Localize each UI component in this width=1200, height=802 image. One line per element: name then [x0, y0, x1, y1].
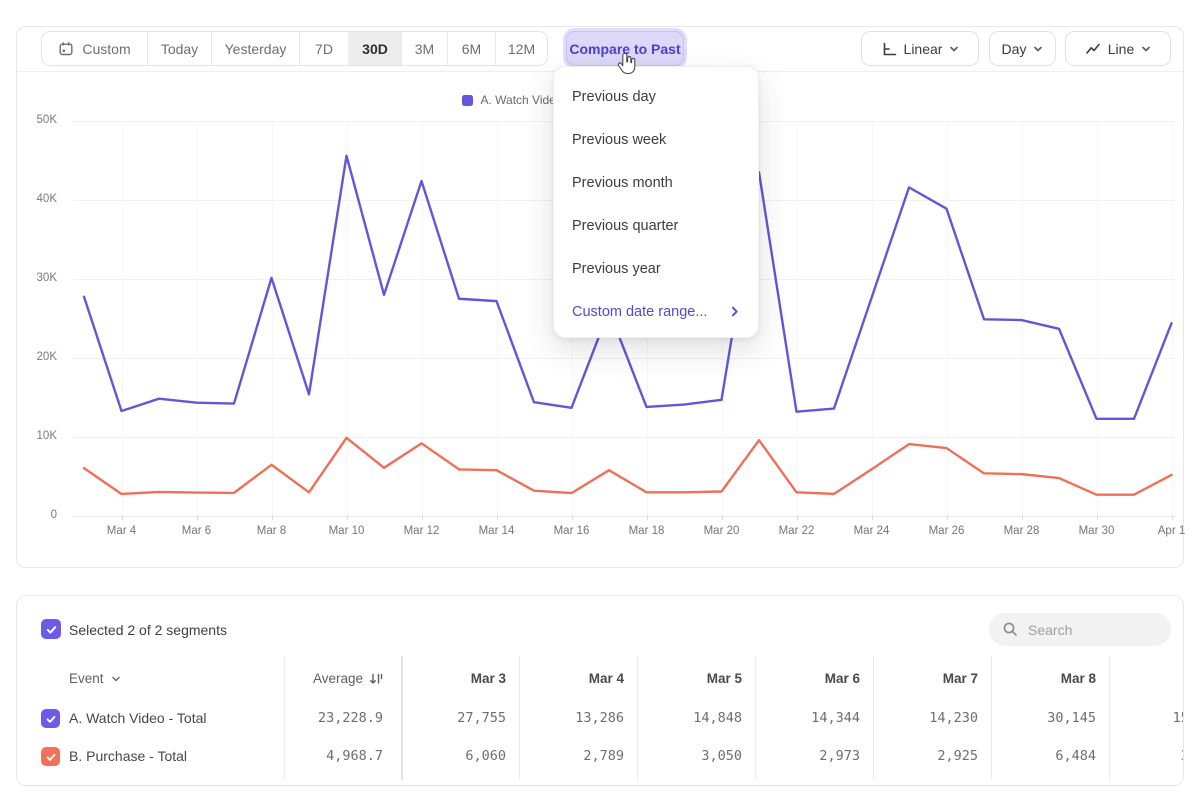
column-separator [991, 656, 992, 780]
value-cell: 14,344 [760, 710, 860, 726]
menu-item-previous-quarter[interactable]: Previous quarter [554, 204, 758, 247]
column-separator [519, 656, 520, 780]
value-cell: 27,755 [406, 710, 506, 726]
value-cell: 3,050 [642, 748, 742, 764]
value-cell-clipped: 15, [1137, 710, 1184, 726]
sort-descending-icon [369, 672, 383, 686]
checkmark-icon [45, 623, 58, 636]
menu-item-label: Previous week [572, 132, 666, 148]
checkmark-icon [45, 713, 57, 725]
average-header-label: Average [313, 671, 363, 686]
column-separator [755, 656, 756, 780]
value-cell: 14,230 [878, 710, 978, 726]
compare-to-past-menu: Previous day Previous week Previous month P… [553, 66, 759, 338]
menu-item-previous-month[interactable]: Previous month [554, 161, 758, 204]
value-cell: 14,848 [642, 710, 742, 726]
value-cell: 6,484 [996, 748, 1096, 764]
segment-row-checkbox[interactable] [41, 747, 60, 766]
column-separator [401, 656, 403, 780]
chevron-right-icon [729, 306, 740, 317]
menu-item-previous-year[interactable]: Previous year [554, 247, 758, 290]
menu-item-previous-day[interactable]: Previous day [554, 75, 758, 118]
date-column-header: Mar 8 [1006, 671, 1096, 686]
event-column-header[interactable]: Event [69, 671, 121, 686]
value-cell: 2,925 [878, 748, 978, 764]
analytics-report-page: CustomTodayYesterday7D30D3M6M12M Compare… [0, 0, 1200, 802]
event-header-label: Event [69, 671, 104, 686]
menu-item-label: Previous day [572, 89, 656, 105]
menu-item-label: Previous year [572, 261, 661, 277]
column-separator [637, 656, 638, 780]
average-column-header[interactable]: Average [253, 671, 383, 686]
search-input[interactable] [1028, 622, 1158, 638]
date-column-header-clipped: M [1137, 671, 1184, 686]
menu-item-label: Previous quarter [572, 218, 678, 234]
search-box[interactable] [989, 613, 1171, 646]
chevron-down-icon [111, 674, 121, 684]
menu-item-label: Previous month [572, 175, 673, 191]
series-line-purchase [84, 438, 1172, 495]
select-all-segments-checkbox[interactable] [41, 619, 61, 639]
date-column-header: Mar 3 [416, 671, 506, 686]
value-cell: 13,286 [524, 710, 624, 726]
menu-item-custom-date-range[interactable]: Custom date range... [554, 290, 758, 333]
value-cell: 30,145 [996, 710, 1096, 726]
value-cell: 6,060 [406, 748, 506, 764]
segments-table-card: Selected 2 of 2 segments Event Average Mar… [16, 595, 1184, 786]
date-column-header: Mar 7 [888, 671, 978, 686]
search-icon [1002, 621, 1019, 638]
menu-item-label: Custom date range... [572, 304, 707, 320]
date-column-header: Mar 6 [770, 671, 860, 686]
value-cell: 2,789 [524, 748, 624, 764]
menu-item-previous-week[interactable]: Previous week [554, 118, 758, 161]
value-cell-clipped: 3, [1137, 748, 1184, 764]
segment-row-label: A. Watch Video - Total [69, 710, 206, 726]
selected-segments-label: Selected 2 of 2 segments [69, 622, 227, 638]
average-cell: 23,228.9 [253, 710, 383, 726]
column-separator [873, 656, 874, 780]
date-column-header: Mar 5 [652, 671, 742, 686]
value-cell: 2,973 [760, 748, 860, 764]
average-cell: 4,968.7 [253, 748, 383, 764]
segment-row-label: B. Purchase - Total [69, 748, 187, 764]
column-separator [1109, 656, 1110, 780]
segment-row-checkbox[interactable] [41, 709, 60, 728]
date-column-header: Mar 4 [534, 671, 624, 686]
checkmark-icon [45, 751, 57, 763]
